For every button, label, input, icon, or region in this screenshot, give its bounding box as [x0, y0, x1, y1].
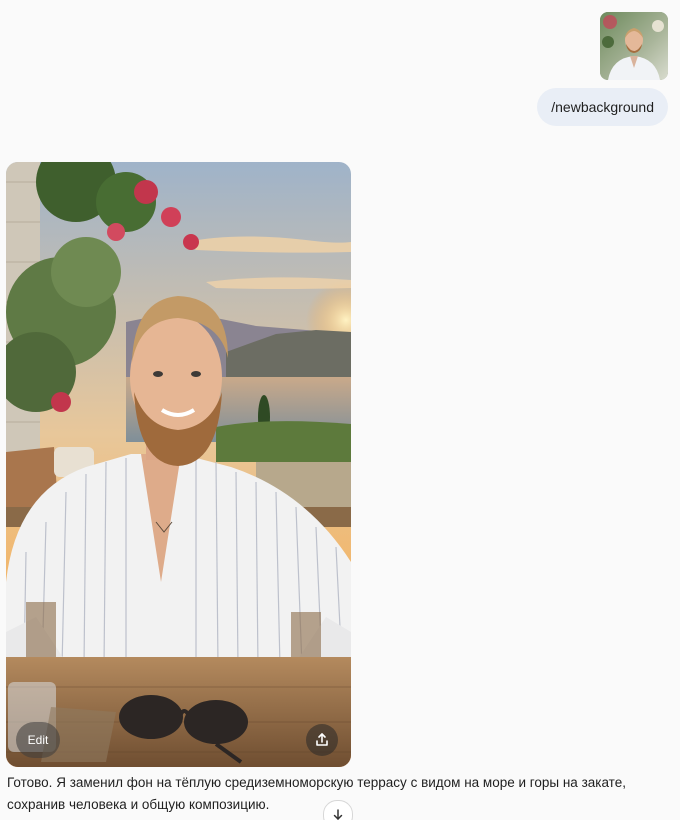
generated-image[interactable] [6, 162, 351, 767]
user-photo-thumbnail[interactable] [600, 12, 668, 80]
user-message-bubble: /newbackground [537, 88, 668, 126]
share-icon [316, 733, 328, 746]
share-button[interactable] [306, 724, 338, 756]
chat-page: /newbackground Edit Готово. Я заменил фо… [0, 0, 680, 820]
edit-button[interactable]: Edit [16, 722, 60, 758]
arrow-down-icon [333, 809, 343, 820]
user-message-text: /newbackground [551, 99, 654, 115]
edit-button-label: Edit [27, 733, 49, 747]
scroll-down-button[interactable] [323, 800, 353, 820]
